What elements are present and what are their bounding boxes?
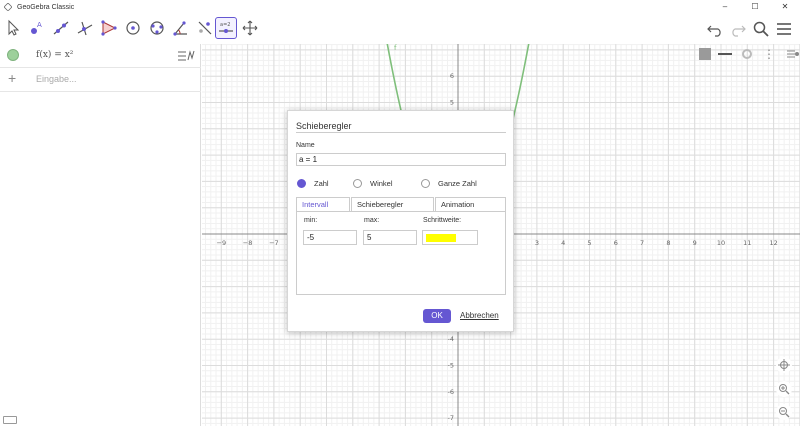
radio-integer[interactable]: Ganze Zahl <box>421 179 477 188</box>
menu-icon[interactable] <box>773 18 795 40</box>
point-style-icon[interactable] <box>742 49 752 59</box>
min-label: min: <box>304 217 318 224</box>
undo-icon[interactable] <box>704 18 726 40</box>
radio-integer-label[interactable]: Ganze Zahl <box>438 179 477 188</box>
ok-button[interactable]: OK <box>423 309 451 323</box>
maximize-button[interactable]: ☐ <box>740 0 770 14</box>
slider-tool-icon[interactable]: a=2 <box>215 17 237 39</box>
step-input-highlight <box>426 234 456 242</box>
algebra-view: f(x) = x² + Eingabe... <box>0 44 201 426</box>
window-controls: – ☐ ✕ <box>710 0 800 14</box>
max-input[interactable]: 5 <box>363 230 417 245</box>
dialog-title: Schieberegler <box>296 121 352 131</box>
x-tick-label: 11 <box>743 239 751 247</box>
tab-animation[interactable]: Animation <box>435 197 506 211</box>
y-tick-label: -7 <box>448 414 454 422</box>
x-tick-label: 6 <box>614 239 618 247</box>
graphics-style-menu-icon[interactable] <box>787 49 799 59</box>
name-input[interactable]: a = 1 <box>296 153 506 166</box>
radio-number-label[interactable]: Zahl <box>314 179 329 188</box>
visibility-toggle-icon[interactable] <box>7 49 19 61</box>
x-tick-label: 7 <box>640 239 644 247</box>
x-tick-label: −7 <box>269 239 279 247</box>
line-tool-icon[interactable] <box>50 17 72 39</box>
radio-angle-dot[interactable] <box>353 179 362 188</box>
step-input[interactable] <box>422 230 478 245</box>
slider-tool-text: a=2 <box>220 22 230 28</box>
radio-angle[interactable]: Winkel <box>353 179 393 188</box>
point-tool-icon[interactable]: A <box>26 17 48 39</box>
x-tick-label: 3 <box>535 239 539 247</box>
color-swatch-icon[interactable] <box>699 48 711 60</box>
x-tick-label: 5 <box>587 239 591 247</box>
y-tick-label: -6 <box>448 388 454 396</box>
conic-tool-icon[interactable] <box>146 17 168 39</box>
y-tick-label: 6 <box>450 72 454 80</box>
y-tick-label: 5 <box>450 99 454 107</box>
search-icon[interactable] <box>750 18 772 40</box>
x-tick-label: 12 <box>769 239 777 247</box>
algebra-style-menu-icon[interactable] <box>176 48 196 64</box>
angle-tool-icon[interactable] <box>170 17 192 39</box>
radio-angle-label[interactable]: Winkel <box>370 179 393 188</box>
window-title: GeoGebra Classic <box>17 3 75 11</box>
y-tick-label: -4 <box>448 335 454 343</box>
cancel-button[interactable]: Abbrechen <box>460 311 499 320</box>
x-tick-label: −9 <box>217 239 227 247</box>
radio-integer-dot[interactable] <box>421 179 430 188</box>
zoom-out-icon[interactable] <box>776 404 792 420</box>
redo-icon[interactable] <box>727 18 749 40</box>
svg-text:A: A <box>37 21 42 29</box>
polygon-tool-icon[interactable] <box>98 17 120 39</box>
algebra-item-f[interactable]: f(x) = x² <box>0 44 201 68</box>
x-tick-label: −8 <box>243 239 253 247</box>
max-label: max: <box>364 217 380 224</box>
zoom-in-icon[interactable] <box>776 381 792 397</box>
radio-number[interactable]: Zahl <box>297 179 329 188</box>
title-bar: GeoGebra Classic – ☐ ✕ <box>0 0 800 14</box>
toolbar: A a=2 <box>0 14 800 44</box>
standard-view-icon[interactable] <box>776 357 792 373</box>
x-tick-label: 9 <box>693 239 697 247</box>
geogebra-logo-icon <box>3 2 13 12</box>
graphics-style-bar: ⋮ <box>699 46 799 62</box>
function-formula[interactable]: f(x) = x² <box>36 50 73 60</box>
close-button[interactable]: ✕ <box>770 0 800 14</box>
move-graphics-view-tool-icon[interactable] <box>239 17 261 39</box>
x-tick-label: 8 <box>666 239 670 247</box>
curve-label: f <box>394 44 397 52</box>
line-style-icon[interactable] <box>718 53 732 55</box>
minimize-button[interactable]: – <box>710 0 740 14</box>
slider-dialog: Schieberegler Name a = 1 Zahl Winkel Gan… <box>287 110 514 332</box>
algebra-input[interactable]: Eingabe... <box>36 74 77 84</box>
tab-slider[interactable]: Schieberegler <box>351 197 434 211</box>
algebra-input-row[interactable]: + Eingabe... <box>0 68 201 92</box>
min-input[interactable]: -5 <box>303 230 357 245</box>
plus-icon[interactable]: + <box>8 70 16 86</box>
radio-number-dot[interactable] <box>297 179 306 188</box>
step-label: Schrittweite: <box>423 217 462 224</box>
circle-tool-icon[interactable] <box>122 17 144 39</box>
move-tool-icon[interactable] <box>2 17 24 39</box>
keyboard-icon[interactable] <box>3 416 17 424</box>
reflect-tool-icon[interactable] <box>194 17 216 39</box>
more-options-icon[interactable]: ⋮ <box>763 48 775 60</box>
x-tick-label: 4 <box>561 239 565 247</box>
interval-tab-panel <box>296 211 506 295</box>
perpendicular-line-tool-icon[interactable] <box>74 17 96 39</box>
y-tick-label: -5 <box>448 362 454 370</box>
dialog-title-divider <box>296 132 506 133</box>
tab-interval[interactable]: Intervall <box>296 197 350 211</box>
x-tick-label: 10 <box>717 239 725 247</box>
name-label: Name <box>296 142 315 149</box>
